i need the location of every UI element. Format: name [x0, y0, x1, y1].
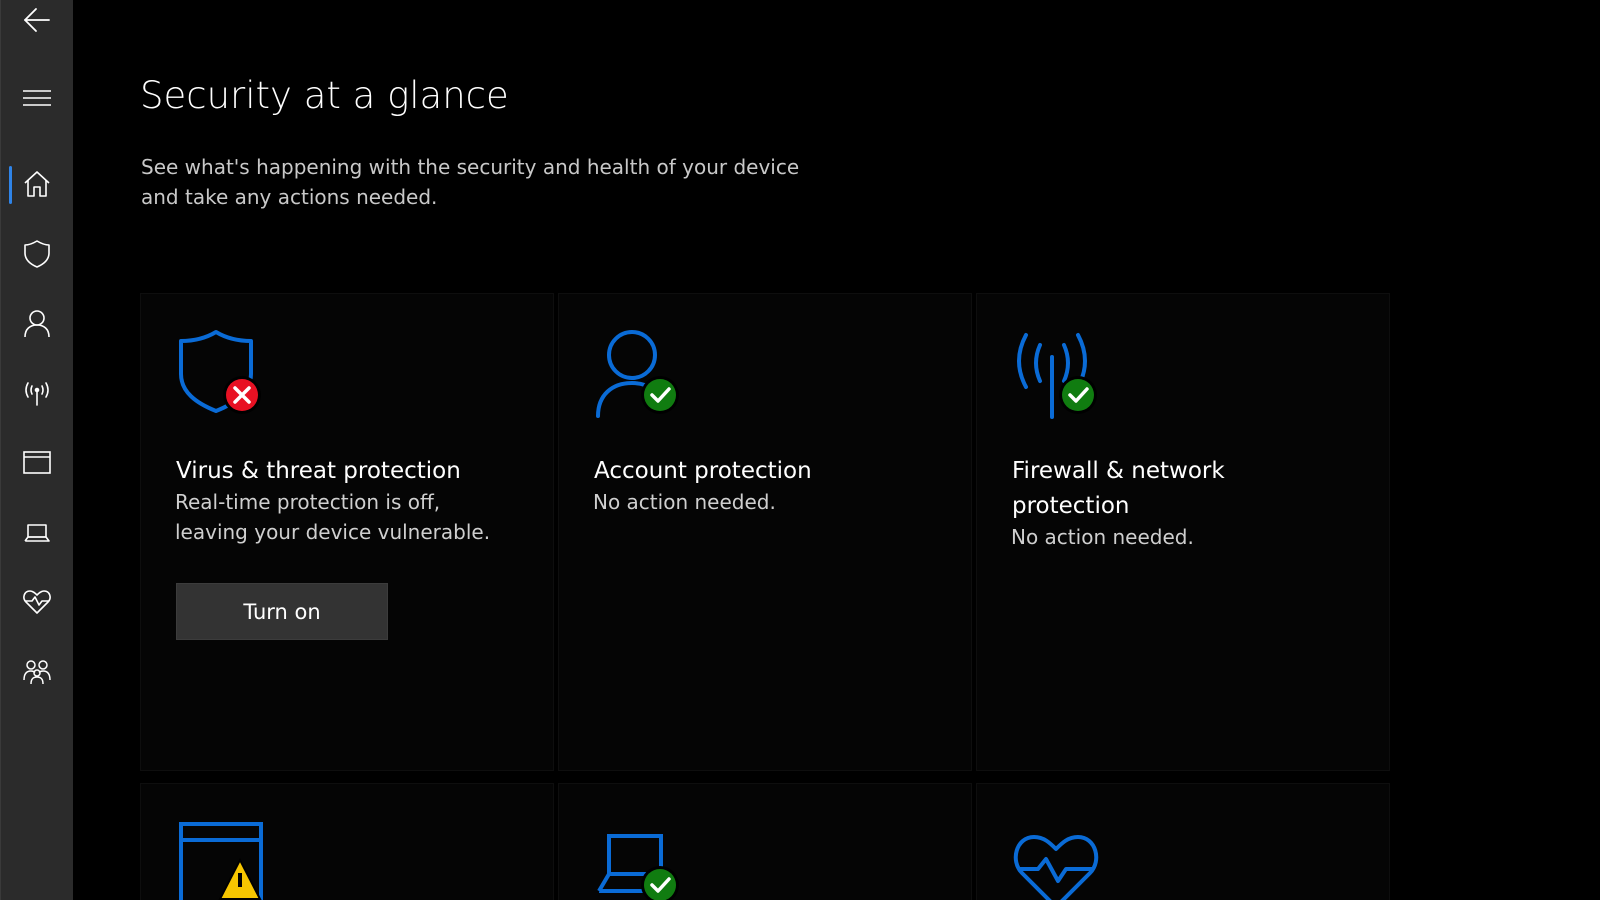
tile-firewall-network-protection[interactable]: Firewall & network protection No action …: [976, 293, 1390, 771]
sidebar-item-firewall[interactable]: [1, 366, 73, 418]
menu-button[interactable]: [1, 72, 73, 124]
sidebar-item-virus-protection[interactable]: [1, 228, 73, 280]
sidebar: [0, 0, 73, 900]
tile-account-protection[interactable]: Account protection No action needed.: [558, 293, 972, 771]
tile-device-security[interactable]: [558, 783, 972, 900]
heart-health-icon: [1013, 835, 1099, 900]
main-content: Security at a glance See what's happenin…: [72, 0, 1600, 900]
page-title: Security at a glance: [140, 74, 509, 117]
family-icon: [23, 660, 51, 685]
shield-error-icon: [179, 330, 261, 414]
windows-security-app: Security at a glance See what's happenin…: [0, 0, 1600, 900]
turn-on-button[interactable]: Turn on: [176, 583, 388, 640]
tile-title: Account protection: [594, 458, 812, 484]
tile-description: No action needed.: [593, 490, 776, 514]
tile-description-line-1: Real-time protection is off,: [175, 490, 441, 514]
sidebar-item-family-options[interactable]: [1, 645, 73, 697]
sidebar-item-account-protection[interactable]: [1, 297, 73, 349]
page-subtitle-line-2: and take any actions needed.: [141, 185, 438, 209]
sidebar-item-app-browser-control[interactable]: [1, 436, 73, 488]
hamburger-menu-icon: [23, 90, 51, 106]
tile-title-line-1: Firewall & network: [1012, 458, 1225, 484]
tile-title: Firewall & network protection: [1012, 454, 1362, 524]
wireless-antenna-check-icon: [1017, 333, 1097, 419]
person-check-icon: [596, 330, 679, 418]
app-browser-window-icon: [23, 451, 51, 474]
wireless-antenna-icon: [25, 382, 49, 406]
sidebar-item-device-health[interactable]: [1, 575, 73, 627]
tile-description-line-2: leaving your device vulnerable.: [175, 520, 491, 544]
tile-description: Real-time protection is off, leaving you…: [175, 487, 525, 547]
person-icon: [24, 310, 50, 338]
tile-app-browser-control[interactable]: [140, 783, 554, 900]
back-button[interactable]: [1, 0, 73, 46]
tile-device-health[interactable]: [976, 783, 1390, 900]
tile-description: No action needed.: [1011, 525, 1194, 549]
tile-title: Virus & threat protection: [176, 458, 461, 484]
laptop-check-icon: [597, 834, 679, 900]
page-subtitle: See what's happening with the security a…: [141, 152, 841, 212]
laptop-icon: [24, 524, 50, 542]
tile-virus-threat-protection[interactable]: Virus & threat protection Real-time prot…: [140, 293, 554, 771]
tile-title-line-2: protection: [1012, 493, 1130, 519]
page-subtitle-line-1: See what's happening with the security a…: [141, 155, 800, 179]
home-icon: [24, 171, 50, 197]
sidebar-item-device-security[interactable]: [1, 506, 73, 558]
heart-health-icon: [23, 590, 51, 614]
sidebar-item-home[interactable]: [1, 158, 73, 210]
back-arrow-icon: [24, 8, 50, 32]
shield-icon: [24, 240, 50, 268]
app-browser-warning-icon: [179, 822, 263, 900]
